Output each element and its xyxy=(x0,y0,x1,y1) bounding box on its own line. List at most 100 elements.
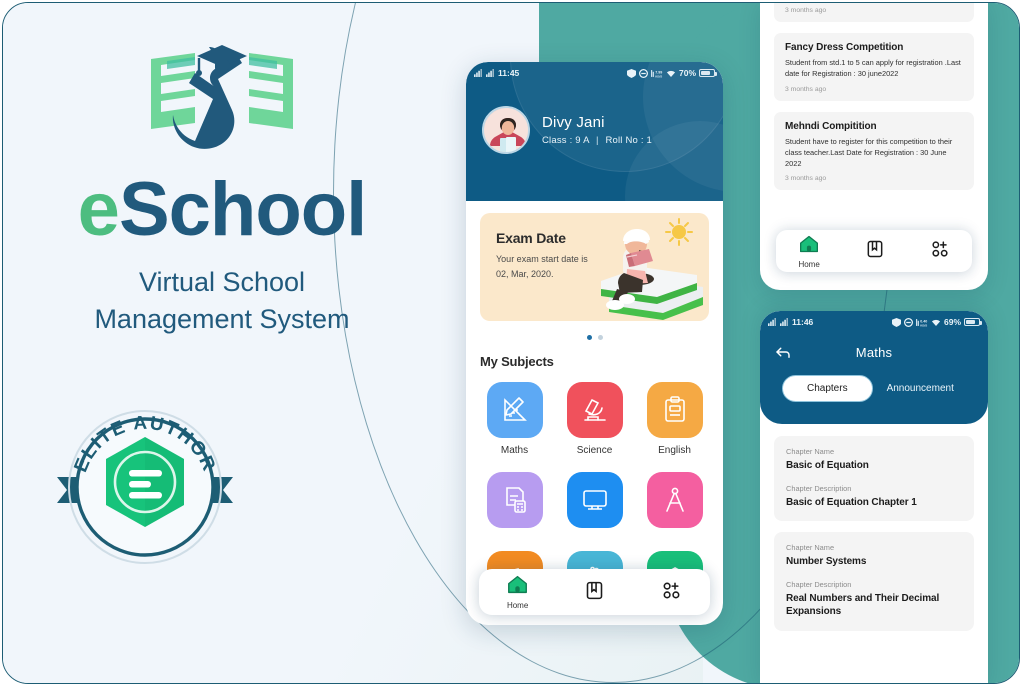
subject-label: Maths xyxy=(500,445,529,456)
notification-card[interactable]: Fancy Dress Competition Student from std… xyxy=(774,33,974,101)
battery-icon xyxy=(699,69,717,77)
notification-card[interactable]: 3 months ago xyxy=(774,3,974,22)
microscope-icon xyxy=(566,382,623,438)
subject-label: English xyxy=(658,445,691,456)
signal-icon xyxy=(486,69,494,77)
wifi-icon xyxy=(931,319,941,326)
avatar[interactable] xyxy=(482,106,530,154)
profile-name: Divy Jani xyxy=(542,114,605,131)
back-arrow-icon[interactable] xyxy=(774,343,792,361)
home-icon xyxy=(508,575,528,594)
graduate-book-logo-icon xyxy=(151,45,293,149)
student-avatar-icon xyxy=(484,108,528,152)
notification-title: Fancy Dress Competition xyxy=(785,42,904,53)
home-icon xyxy=(800,235,819,252)
my-subjects-heading: My Subjects xyxy=(480,354,554,369)
signal-icon xyxy=(768,318,776,326)
exam-card-title: Exam Date xyxy=(496,230,566,246)
chapter-description-label: Chapter Description xyxy=(786,579,852,589)
battery-percent: 70% xyxy=(678,68,696,78)
subject-accounts[interactable] xyxy=(480,472,549,535)
battery-percent: 69% xyxy=(943,317,961,327)
chapter-card[interactable]: Chapter Name Basic of Equation Chapter D… xyxy=(774,436,974,521)
notification-body: Student have to register for this compet… xyxy=(785,136,953,169)
phone-home-screen: 11:45 7.99 KB/S 70% Divy Jani Class: 9 … xyxy=(466,62,723,625)
brand-block: eSchool Virtual School Management System xyxy=(37,31,407,339)
subject-computer[interactable] xyxy=(560,472,629,535)
wordmark: eSchool xyxy=(37,172,407,248)
subject-english[interactable]: English xyxy=(640,382,709,456)
status-bar-home: 11:45 7.99 KB/S 70% xyxy=(466,62,723,84)
tab-chapters[interactable]: Chapters xyxy=(782,375,873,402)
exam-date-card[interactable]: Exam Date Your exam start date is 02, Ma… xyxy=(480,213,709,321)
chapter-description-value: Real Numbers and Their Decimal Expansion… xyxy=(786,592,940,618)
chapters-list[interactable]: Chapter Name Basic of Equation Chapter D… xyxy=(760,424,988,631)
chapter-description-label: Chapter Description xyxy=(786,483,852,493)
nav-item-home[interactable]: Home xyxy=(798,234,820,269)
notification-time: 3 months ago xyxy=(785,7,827,14)
subject-geometry[interactable] xyxy=(640,472,709,535)
nav-item-apps-add[interactable] xyxy=(661,580,682,605)
promo-canvas: eSchool Virtual School Management System… xyxy=(2,2,1020,684)
notification-time: 3 months ago xyxy=(785,175,827,183)
notifications-bottom-nav: Home xyxy=(776,230,972,272)
profile-meta: Class : 9 A | Roll No : 1 xyxy=(542,135,652,146)
profile-text: Divy Jani Class : 9 A | Roll No : 1 xyxy=(542,114,652,146)
nav-item-apps-add[interactable] xyxy=(930,239,950,263)
status-time: 11:46 xyxy=(792,317,814,327)
compass-geometry-icon xyxy=(646,472,703,528)
home-body: Exam Date Your exam start date is 02, Ma… xyxy=(466,201,723,614)
screenshot-stage: eSchool Virtual School Management System… xyxy=(0,0,1024,688)
notification-card[interactable]: Mehndi Compitition Student have to regis… xyxy=(774,111,974,191)
notification-time: 3 months ago xyxy=(785,85,827,93)
nav-label-home: Home xyxy=(506,601,529,610)
notifications-list[interactable]: 3 months ago Fancy Dress Competition Stu… xyxy=(760,3,988,191)
maths-header: 11:46 0.40 KB/S 69% Maths Chapters Annou… xyxy=(760,311,988,424)
panel-notifications: 3 months ago Fancy Dress Competition Stu… xyxy=(760,3,988,290)
book-icon xyxy=(586,581,603,599)
ruler-pencil-icon xyxy=(486,382,543,438)
wordmark-e: e xyxy=(77,167,120,252)
wordmark-school: School xyxy=(118,167,367,252)
chapter-name-value: Basic of Equation xyxy=(786,460,869,471)
chapter-name-label: Chapter Name xyxy=(786,447,835,456)
status-bar-maths: 11:46 0.40 KB/S 69% xyxy=(760,311,988,333)
accounts-calculator-icon xyxy=(486,472,543,528)
nav-item-book[interactable] xyxy=(865,239,885,263)
chapter-name-value: Number Systems xyxy=(786,556,867,567)
battery-icon xyxy=(964,318,982,326)
profile-row[interactable]: Divy Jani Class : 9 A | Roll No : 1 xyxy=(466,84,723,154)
chapter-card[interactable]: Chapter Name Number Systems Chapter Desc… xyxy=(774,532,974,631)
shield-icon xyxy=(626,68,636,78)
panel-maths: 11:46 0.40 KB/S 69% Maths Chapters Annou… xyxy=(760,311,988,683)
elite-author-badge: ELITE AUTHOR xyxy=(57,410,233,564)
chapter-name-label: Chapter Name xyxy=(786,543,835,552)
status-time: 11:45 xyxy=(498,68,520,78)
book-icon xyxy=(867,240,883,258)
carousel-dot-1[interactable] xyxy=(586,335,592,340)
data-speed-icon: 0.40KB/S xyxy=(915,318,927,327)
home-header: 11:45 7.99 KB/S 70% Divy Jani Class: 9 … xyxy=(466,62,723,201)
profile-class: Class : 9 A xyxy=(542,135,590,146)
subject-science[interactable]: Science xyxy=(560,382,629,456)
computer-monitor-icon xyxy=(566,472,623,528)
dnd-icon xyxy=(638,68,648,78)
chapter-description-value: Basic of Equation Chapter 1 xyxy=(786,496,917,508)
svg-text:KB/S: KB/S xyxy=(655,74,662,78)
notification-title: Mehndi Compitition xyxy=(785,120,877,132)
svg-text:KB/S: KB/S xyxy=(920,323,927,327)
maths-tabs: Chapters Announcement xyxy=(760,361,988,402)
apps-add-icon xyxy=(931,241,948,257)
subject-label: Science xyxy=(576,445,613,456)
maths-topbar: Maths xyxy=(760,333,988,361)
nav-label-home: Home xyxy=(798,259,820,269)
tab-announcement[interactable]: Announcement xyxy=(887,377,954,400)
nav-item-book[interactable] xyxy=(584,580,605,605)
subject-maths[interactable]: Maths xyxy=(480,382,549,456)
carousel-dots[interactable] xyxy=(480,335,709,340)
tagline-line-2: Management System xyxy=(94,304,350,335)
carousel-dot-2[interactable] xyxy=(597,335,603,340)
nav-item-home[interactable]: Home xyxy=(507,574,528,610)
home-bottom-nav: Home xyxy=(479,569,710,615)
dnd-icon xyxy=(903,317,913,327)
